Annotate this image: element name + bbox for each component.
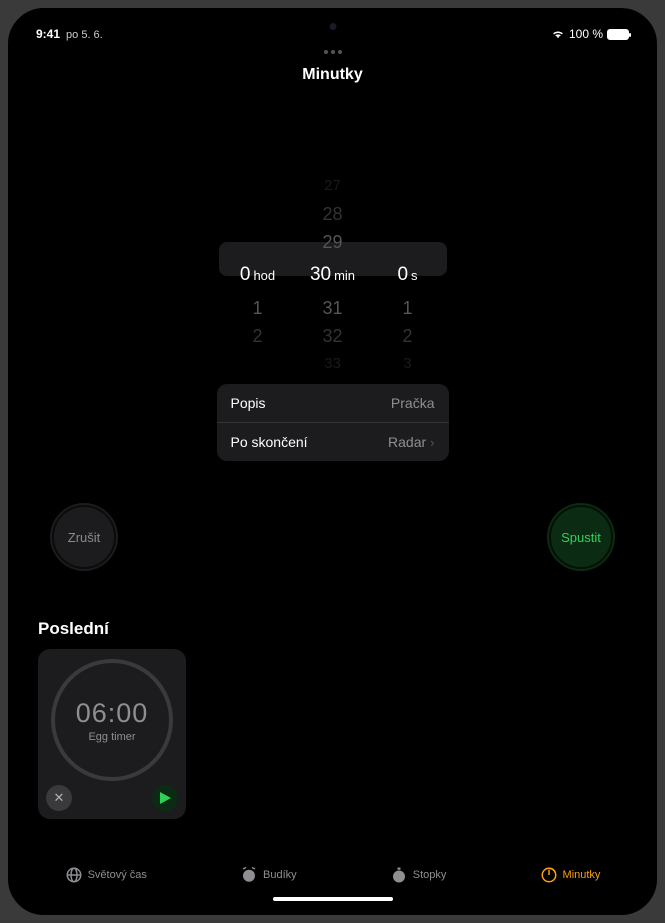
timer-label-caption: Popis xyxy=(231,395,266,411)
timer-label-row[interactable]: Popis Pračka xyxy=(217,384,449,422)
recent-timer-card[interactable]: 06:00 Egg timer ✕ xyxy=(38,649,186,819)
action-row: Zrušit Spustit xyxy=(18,503,647,571)
picker-minutes-unit: min xyxy=(334,259,355,293)
tab-alarms[interactable]: Budíky xyxy=(240,866,297,884)
status-date: po 5. 6. xyxy=(66,29,103,41)
chevron-right-icon: › xyxy=(430,435,434,450)
wifi-icon xyxy=(551,29,565,39)
recent-timer-label: Egg timer xyxy=(88,731,135,743)
battery-icon xyxy=(607,29,629,40)
timer-sound-row[interactable]: Po skončení Radar › xyxy=(217,422,449,461)
close-icon: ✕ xyxy=(54,790,65,806)
timer-label-value: Pračka xyxy=(391,395,435,411)
globe-icon xyxy=(65,866,83,884)
recent-timer-time: 06:00 xyxy=(76,698,149,729)
picker-hours-value: 0 xyxy=(240,258,251,292)
play-icon xyxy=(160,792,171,804)
picker-minutes-column[interactable]: 27 28 29 30 min 31 32 33 xyxy=(298,174,368,344)
tab-timers[interactable]: Minutky xyxy=(540,866,601,884)
picker-minutes-value: 30 xyxy=(310,258,331,292)
page-title: Minutky xyxy=(18,66,647,84)
ipad-frame: 9:41 po 5. 6. 100 % Minutky 0 hod xyxy=(8,8,657,915)
recents-header: Poslední xyxy=(18,571,647,639)
tab-world-clock[interactable]: Světový čas xyxy=(65,866,147,884)
picker-seconds-unit: s xyxy=(411,259,418,293)
recent-timer-delete-button[interactable]: ✕ xyxy=(46,785,72,811)
stopwatch-icon xyxy=(390,866,408,884)
timer-sound-value: Radar xyxy=(388,434,426,450)
home-indicator[interactable] xyxy=(273,897,393,901)
picker-seconds-value: 0 xyxy=(397,258,408,292)
recent-timer-clock: 06:00 Egg timer xyxy=(51,659,173,781)
recent-timer-play-button[interactable] xyxy=(152,785,178,811)
tab-stopwatch[interactable]: Stopky xyxy=(390,866,447,884)
picker-hours-unit: hod xyxy=(253,259,275,293)
cancel-button[interactable]: Zrušit xyxy=(50,503,118,571)
multitask-dots-icon[interactable] xyxy=(324,50,342,54)
status-time: 9:41 xyxy=(36,27,60,41)
front-camera xyxy=(329,23,336,30)
timer-settings-card: Popis Pračka Po skončení Radar › xyxy=(217,384,449,461)
picker-seconds-column[interactable]: 0 s 1 2 3 xyxy=(373,174,443,344)
start-button[interactable]: Spustit xyxy=(547,503,615,571)
alarm-icon xyxy=(240,866,258,884)
timer-icon xyxy=(540,866,558,884)
picker-hours-column[interactable]: 0 hod 1 2 xyxy=(223,174,293,344)
timer-sound-caption: Po skončení xyxy=(231,434,308,450)
battery-percent: 100 % xyxy=(569,27,603,41)
time-picker[interactable]: 0 hod 1 2 27 28 29 30 min 31 32 33 xyxy=(223,174,443,344)
